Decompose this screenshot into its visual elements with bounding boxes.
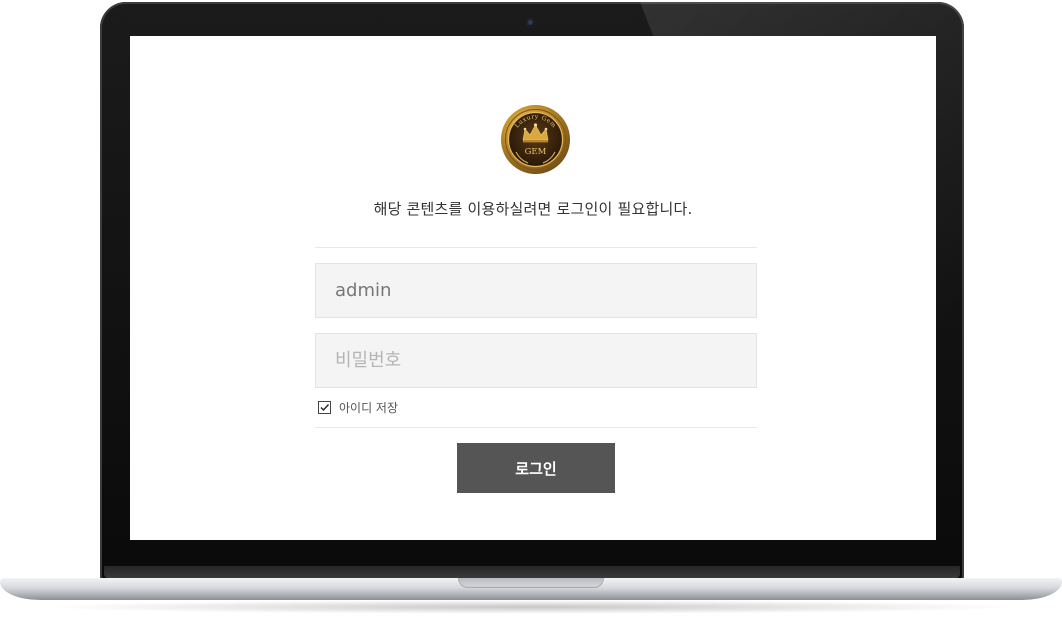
login-button[interactable]: 로그인 — [457, 443, 615, 493]
laptop-base-notch — [458, 578, 604, 588]
crown-emblem-icon: Luxury Gem GEM — [501, 105, 570, 174]
bottom-divider — [315, 427, 757, 428]
remember-id-label: 아이디 저장 — [339, 400, 399, 415]
login-screen: Luxury Gem GEM 해당 콘텐츠를 이용하실려면 로그인이 필요합니다… — [130, 36, 936, 540]
checkmark-icon — [320, 403, 330, 411]
password-field-wrapper — [315, 333, 757, 388]
remember-id-option[interactable]: 아이디 저장 — [318, 399, 398, 415]
username-field-wrapper — [315, 263, 757, 318]
webcam-icon — [527, 19, 535, 27]
remember-id-checkbox[interactable] — [318, 400, 331, 414]
login-required-message: 해당 콘텐츠를 이용하실려면 로그인이 필요합니다. — [373, 200, 693, 218]
username-input[interactable] — [316, 264, 756, 317]
password-input[interactable] — [316, 334, 756, 387]
laptop-shadow — [40, 600, 1022, 614]
laptop-hinge — [104, 566, 960, 578]
top-divider — [315, 247, 757, 248]
logo-center-text: GEM — [525, 147, 547, 157]
laptop-mockup: Luxury Gem GEM 해당 콘텐츠를 이용하실려면 로그인이 필요합니다… — [0, 0, 1062, 630]
